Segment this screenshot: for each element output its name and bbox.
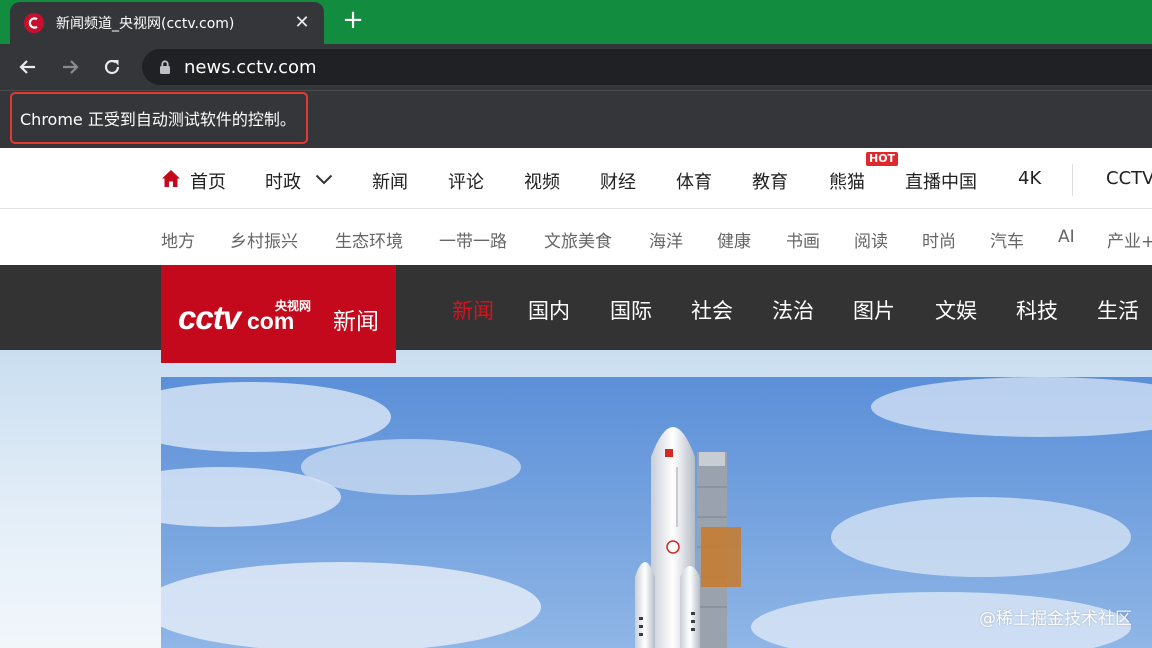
chevron-down-icon[interactable]	[315, 174, 333, 185]
back-arrow-icon	[19, 60, 35, 74]
channel-item-life[interactable]: 生活	[1097, 295, 1139, 325]
url-text[interactable]: news.cctv.com	[184, 57, 317, 78]
tab-title: 新闻频道_央视网(cctv.com)	[56, 16, 235, 32]
nav2-item-ai[interactable]: AI	[1058, 227, 1075, 247]
nav-item-4k[interactable]: 4K	[1018, 168, 1041, 189]
nav-item-panda[interactable]: 熊猫	[829, 168, 865, 194]
lock-icon	[160, 60, 170, 74]
new-tab-button[interactable]: +	[340, 7, 366, 34]
nav2-item-industry[interactable]: 产业+	[1107, 227, 1152, 252]
primary-nav: 首页 时政 新闻 评论 视频 财经 体育 教育 熊猫 HOT 直播中国 4K C…	[0, 150, 1152, 209]
nav-item-education[interactable]: 教育	[752, 168, 788, 194]
house-icon	[162, 170, 180, 187]
browser-tab[interactable]: 新闻频道_央视网(cctv.com) ✕	[10, 2, 324, 44]
nav-item-live-china[interactable]: 直播中国	[905, 168, 977, 194]
nav2-item-local[interactable]: 地方	[161, 227, 195, 252]
channel-bar: cctv com 央视网 新闻 新闻 国内 国际 社会 法治 图片 文娱 科技 …	[0, 265, 1152, 363]
browser-toolbar: news.cctv.com	[0, 44, 1152, 90]
tab-strip: 新闻频道_央视网(cctv.com) ✕ +	[0, 0, 1152, 44]
svg-text:新闻: 新闻	[333, 309, 379, 335]
nav-item-finance[interactable]: 财经	[600, 168, 636, 194]
infobar-highlight: Chrome 正受到自动测试软件的控制。	[10, 92, 308, 144]
svg-text:央视网: 央视网	[275, 298, 311, 313]
nav2-item-belt-road[interactable]: 一带一路	[439, 227, 507, 252]
close-icon[interactable]: ✕	[290, 11, 314, 35]
forward-button[interactable]	[57, 54, 83, 80]
channel-item-domestic[interactable]: 国内	[528, 295, 570, 325]
channel-item-news[interactable]: 新闻	[452, 295, 494, 325]
nav2-item-calligraphy[interactable]: 书画	[786, 227, 820, 252]
nav2-item-travel-food[interactable]: 文旅美食	[544, 227, 612, 252]
nav2-item-rural[interactable]: 乡村振兴	[230, 227, 298, 252]
reload-button[interactable]	[99, 54, 125, 80]
cctv-favicon-icon	[24, 13, 44, 33]
nav2-item-fashion[interactable]: 时尚	[922, 227, 956, 252]
channel-item-entertainment[interactable]: 文娱	[935, 295, 977, 325]
svg-text:cctv: cctv	[178, 299, 243, 336]
channel-item-photos[interactable]: 图片	[853, 295, 895, 325]
reload-icon	[104, 59, 120, 75]
nav2-item-health[interactable]: 健康	[717, 227, 751, 252]
nav2-item-ocean[interactable]: 海洋	[649, 227, 683, 252]
cctv-news-logo[interactable]: cctv com 央视网 新闻	[161, 265, 396, 363]
nav-item-home[interactable]: 首页	[190, 168, 226, 194]
nav2-item-ecology[interactable]: 生态环境	[335, 227, 403, 252]
nav-item-comment[interactable]: 评论	[448, 168, 484, 194]
nav-item-politics[interactable]: 时政	[265, 168, 301, 194]
forward-arrow-icon	[63, 60, 79, 74]
back-button[interactable]	[15, 54, 41, 80]
address-bar[interactable]: news.cctv.com	[142, 49, 1152, 85]
infobar-message: Chrome 正受到自动测试软件的控制。	[20, 110, 296, 129]
hero-watermark: @稀土掘金技术社区	[979, 609, 1132, 629]
channel-item-law[interactable]: 法治	[772, 295, 814, 325]
cctv-logo-mark: cctv com 央视网 新闻	[178, 298, 379, 336]
nav-item-video[interactable]: 视频	[524, 168, 560, 194]
hot-badge: HOT	[866, 152, 899, 166]
channel-item-world[interactable]: 国际	[610, 295, 652, 325]
nav-item-news[interactable]: 新闻	[372, 168, 408, 194]
secondary-nav: 地方 乡村振兴 生态环境 一带一路 文旅美食 海洋 健康 书画 阅读 时尚 汽车…	[0, 210, 1152, 265]
channel-item-tech[interactable]: 科技	[1016, 295, 1058, 325]
nav2-item-reading[interactable]: 阅读	[854, 227, 888, 252]
nav-item-cctv[interactable]: CCTV	[1106, 168, 1152, 189]
automation-infobar: Chrome 正受到自动测试软件的控制。	[0, 90, 1152, 148]
nav2-item-auto[interactable]: 汽车	[990, 227, 1024, 252]
nav-item-sports[interactable]: 体育	[676, 168, 712, 194]
nav-divider	[1072, 164, 1073, 196]
channel-item-society[interactable]: 社会	[691, 295, 733, 325]
